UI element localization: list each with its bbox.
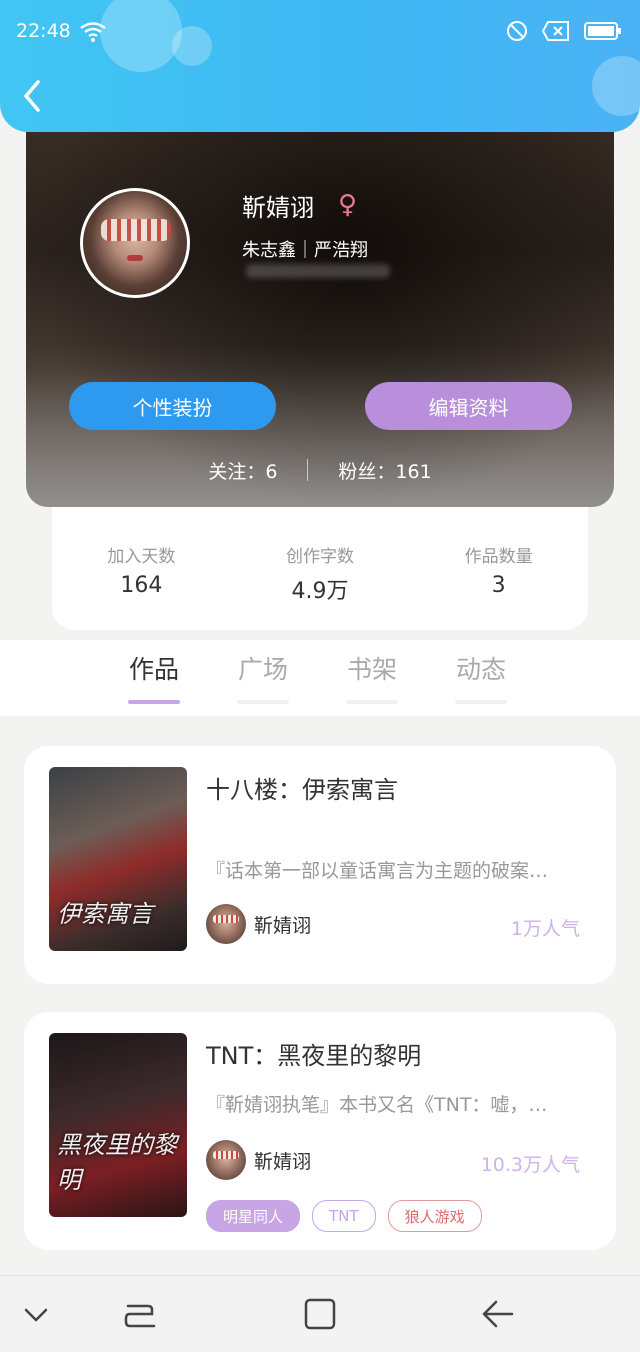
divider — [307, 459, 309, 481]
tab-bar: 作品 广场 书架 动态 — [0, 640, 640, 716]
stat-value: 164 — [120, 573, 163, 598]
book-author[interactable]: 靳婧诩 — [206, 904, 311, 944]
profile-name: 靳婧诩 — [242, 194, 314, 222]
book-popularity: 1万人气 — [510, 918, 580, 940]
stat-label: 作品数量 — [464, 547, 533, 567]
book-title[interactable]: 十八楼：伊索寓言 — [206, 770, 398, 805]
follow-stats: 关注：6 粉丝：161 — [26, 456, 614, 484]
decor-bubble — [172, 26, 212, 66]
chevron-down-icon[interactable] — [22, 1296, 50, 1336]
style-button[interactable]: 个性装扮 — [69, 382, 276, 430]
female-icon: ♀ — [338, 190, 358, 220]
book-author[interactable]: 靳婧诩 — [206, 1140, 311, 1180]
author-name: 靳婧诩 — [254, 1150, 312, 1173]
chevron-left-icon — [20, 80, 44, 118]
tab-bookshelf[interactable]: 书架 — [346, 650, 398, 704]
app-header: 22:48 — [0, 0, 640, 132]
do-not-disturb-icon — [506, 20, 528, 46]
tab-square[interactable]: 广场 — [237, 650, 289, 704]
no-sim-icon — [541, 21, 570, 45]
decor-bubble — [592, 56, 640, 116]
profile-bias: 朱志鑫｜严浩翔 — [242, 240, 368, 261]
stat-label: 加入天数 — [107, 547, 176, 567]
cover-text: 伊索寓言 — [57, 900, 153, 928]
profile-card: 靳婧诩 ♀ 朱志鑫｜严浩翔 个性装扮 编辑资料 关注：6 粉丝：161 — [26, 112, 614, 507]
stats-card: 加入天数 164 创作字数 4.9万 作品数量 3 — [52, 496, 588, 630]
tab-label: 作品 — [128, 655, 179, 684]
tab-works[interactable]: 作品 — [128, 650, 180, 704]
tab-label: 广场 — [237, 655, 288, 684]
status-icons — [506, 20, 622, 46]
system-nav-bar — [0, 1275, 640, 1352]
author-name: 靳婧诩 — [254, 914, 312, 937]
battery-icon — [584, 21, 622, 45]
book-cover[interactable]: 伊索寓言 — [49, 767, 187, 951]
following-count[interactable]: 关注：6 — [208, 457, 277, 484]
tab-activity[interactable]: 动态 — [455, 650, 507, 704]
tab-label: 动态 — [455, 655, 506, 684]
book-popularity: 10.3万人气 — [480, 1154, 580, 1176]
book-card[interactable]: 黑夜里的黎明 TNT：黑夜里的黎明 『靳婧诩执笔』本书又名《TNT：嘘，… 靳婧… — [24, 1012, 616, 1250]
author-avatar — [206, 1140, 246, 1180]
edit-profile-button[interactable]: 编辑资料 — [365, 382, 572, 430]
wifi-icon — [80, 22, 106, 46]
book-tags: 明星同人 TNT 狼人游戏 — [206, 1200, 482, 1232]
book-cover[interactable]: 黑夜里的黎明 — [49, 1033, 187, 1217]
tag-tnt[interactable]: TNT — [312, 1200, 376, 1232]
back-arrow-icon[interactable] — [480, 1296, 516, 1336]
book-card[interactable]: 伊索寓言 十八楼：伊索寓言 『话本第一部以童话寓言为主题的破案… 靳婧诩 1万人… — [24, 746, 616, 984]
book-description: 『话本第一部以童话寓言为主题的破案… — [206, 860, 549, 882]
stat-join-days: 加入天数 164 — [52, 496, 231, 630]
cover-text: 黑夜里的黎明 — [57, 1131, 177, 1194]
recent-apps-icon[interactable] — [124, 1296, 158, 1336]
status-time: 22:48 — [16, 20, 71, 42]
book-title[interactable]: TNT：黑夜里的黎明 — [206, 1036, 421, 1071]
stat-word-count: 创作字数 4.9万 — [231, 496, 410, 630]
blurred-text — [246, 264, 390, 278]
stat-label: 创作字数 — [286, 547, 354, 567]
book-description: 『靳婧诩执笔』本书又名《TNT：嘘，… — [206, 1094, 548, 1116]
avatar[interactable] — [80, 188, 190, 298]
back-button[interactable] — [20, 78, 56, 118]
decor-bubble — [100, 0, 182, 72]
tag-celebrity-fanfic[interactable]: 明星同人 — [206, 1200, 301, 1232]
tag-werewolf-game[interactable]: 狼人游戏 — [387, 1200, 482, 1232]
fans-count[interactable]: 粉丝：161 — [338, 457, 431, 484]
stat-value: 3 — [491, 573, 506, 598]
author-avatar — [206, 904, 246, 944]
stat-value: 4.9万 — [291, 579, 349, 604]
home-square-icon[interactable] — [302, 1296, 338, 1336]
tab-label: 书架 — [346, 655, 397, 684]
stat-works-count: 作品数量 3 — [409, 496, 588, 630]
